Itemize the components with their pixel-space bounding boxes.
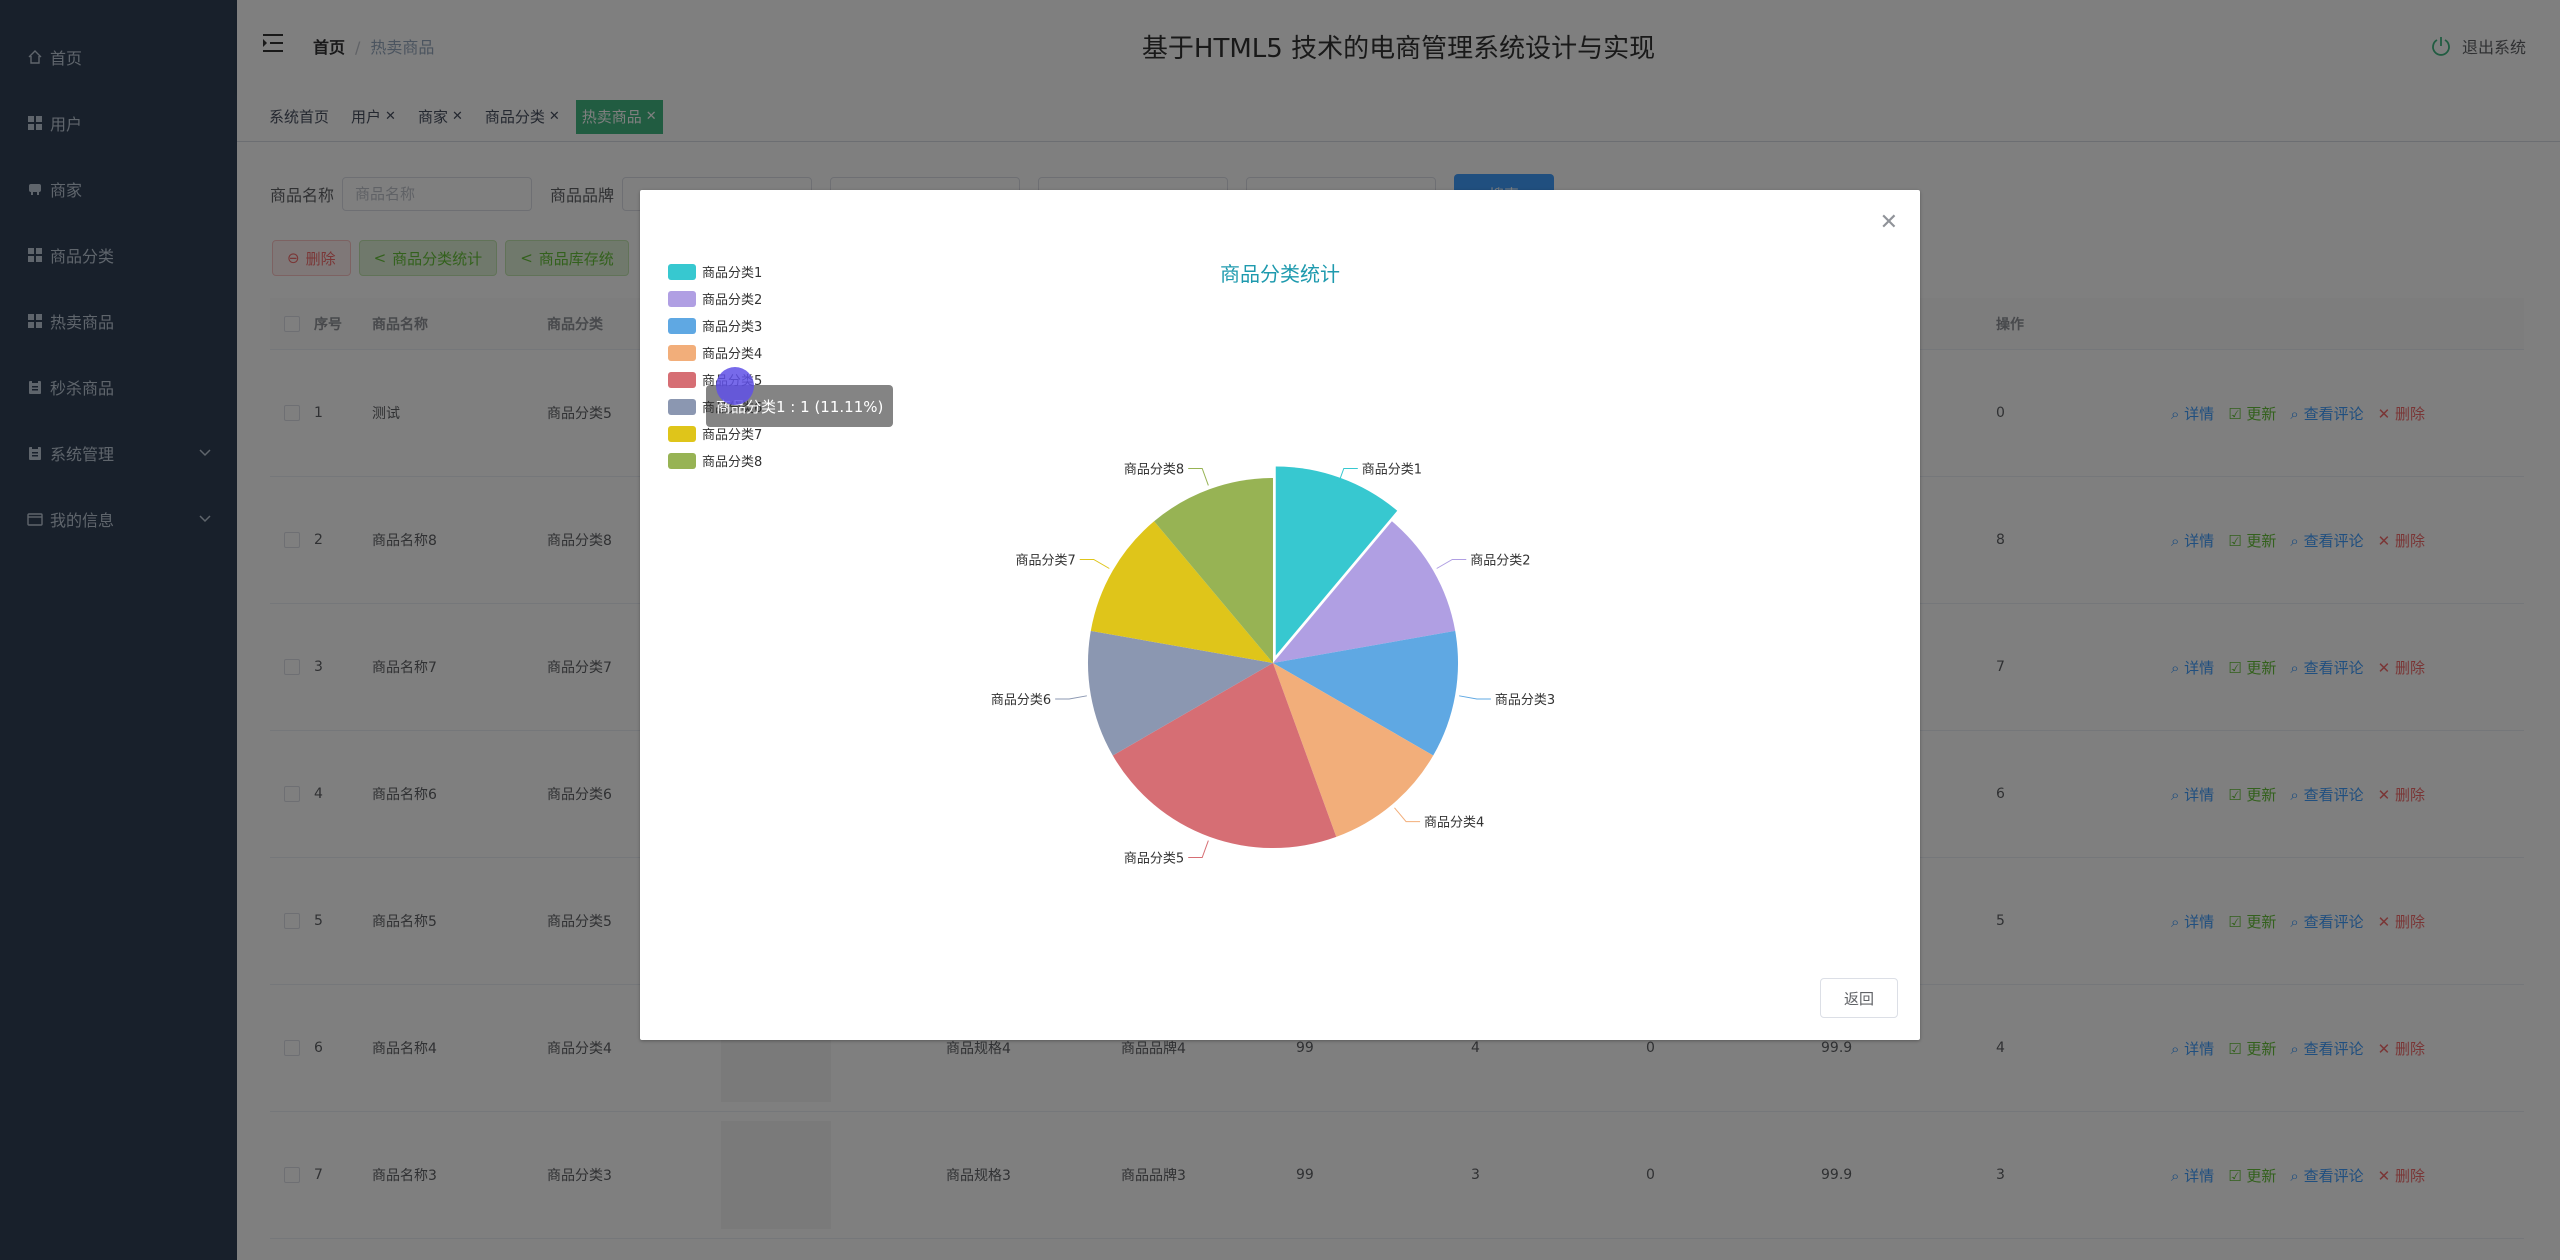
back-button-label: 返回: [1843, 989, 1874, 1008]
slice-label: 商品分类8: [1124, 462, 1184, 477]
slice-label-line: [1188, 840, 1209, 859]
back-button[interactable]: 返回: [1820, 978, 1898, 1018]
slice-label-line: [1055, 695, 1087, 700]
pointer-cursor: [716, 367, 754, 405]
slice-label-line: [1394, 807, 1421, 823]
dialog-footer: 返回: [1820, 978, 1898, 1018]
pie-chart: 商品分类1 商品分类2 商品分类3 商品分类4 商品分类5 商品分类6 商品分类7 商品分类8: [991, 462, 1555, 867]
chart-dialog: ✕ 商品分类统计 商品分类1商品分类2商品分类3商品分类4商品分类5商品分类6商…: [640, 190, 1920, 1040]
slice-label: 商品分类2: [1470, 554, 1530, 569]
slice-label: 商品分类6: [991, 693, 1051, 708]
slice-label: 商品分类3: [1495, 693, 1555, 708]
slice-label-line: [1188, 467, 1209, 486]
slice-label-line: [1436, 559, 1467, 569]
slice-label-line: [1079, 559, 1110, 569]
slice-label-line: [1459, 695, 1491, 700]
slice-label: 商品分类7: [1015, 554, 1075, 569]
slice-label: 商品分类4: [1424, 816, 1484, 831]
slice-label: 商品分类1: [1362, 462, 1422, 477]
slice-label: 商品分类5: [1124, 852, 1184, 867]
